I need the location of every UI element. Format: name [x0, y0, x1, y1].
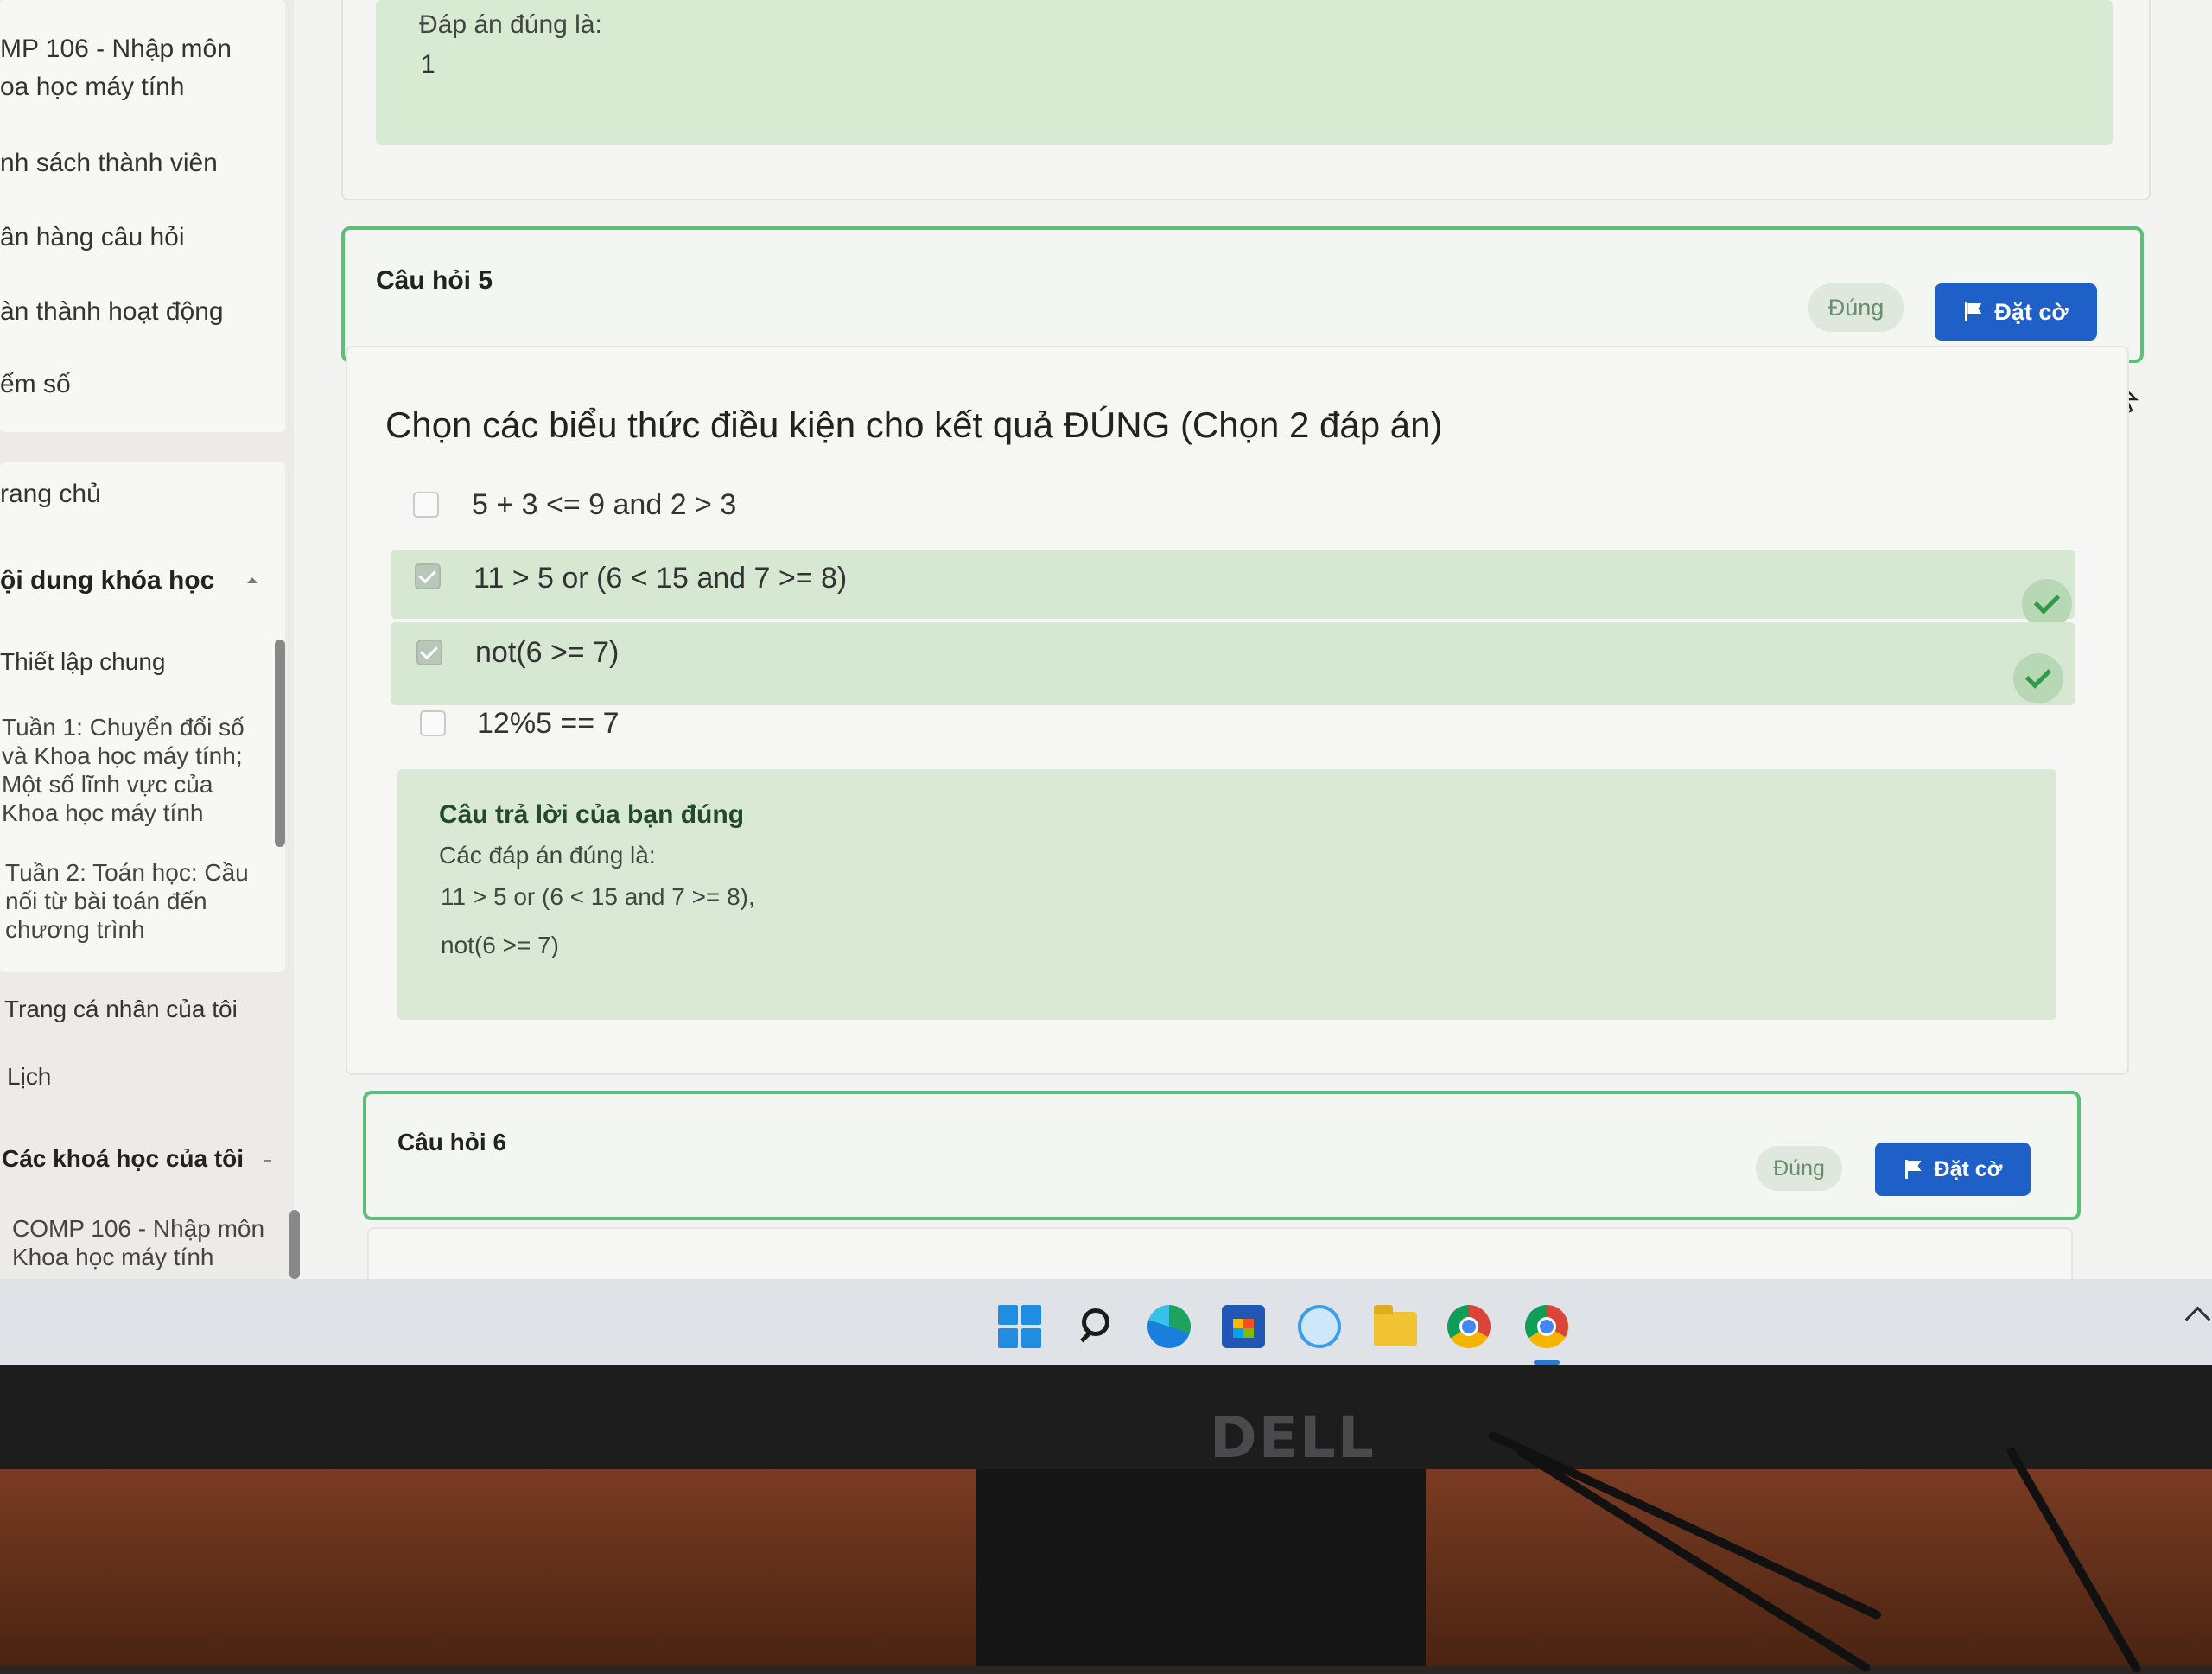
question5-title: Câu hỏi 5: [376, 266, 493, 295]
course-title-line2[interactable]: oa học máy tính: [0, 73, 184, 102]
option-checkbox-checked[interactable]: [416, 640, 442, 665]
flag-button-label: Đặt cờ: [1934, 1156, 2003, 1181]
answer-option-2[interactable]: 11 > 5 or (6 < 15 and 7 >= 8): [391, 550, 2075, 629]
question6-header: Câu hỏi 6 Đúng Đặt cờ: [363, 1091, 2081, 1220]
sidebar-item-week1[interactable]: Tuần 1: Chuyển đổi số và Khoa học máy tí…: [2, 713, 261, 827]
sidebar-item-general[interactable]: Thiết lập chung: [0, 648, 165, 676]
sidebar-item-comp106[interactable]: COMP 106 - Nhập môn Khoa học máy tính: [12, 1214, 271, 1271]
option-checkbox[interactable]: [413, 492, 439, 518]
course-title-line1[interactable]: MP 106 - Nhập môn: [0, 35, 232, 64]
chrome-profile-icon[interactable]: [1525, 1305, 1568, 1348]
question5-flag-button[interactable]: Đặt cờ: [1935, 283, 2097, 341]
question6-status-badge: Đúng: [1756, 1146, 1842, 1191]
question6-title: Câu hỏi 6: [397, 1129, 507, 1155]
option-text: not(6 >= 7): [475, 636, 620, 669]
monitor-stand: [976, 1469, 1426, 1666]
comp106-line: Khoa học máy tính: [12, 1244, 214, 1270]
file-explorer-icon[interactable]: [1374, 1305, 1417, 1346]
question5-status-badge: Đúng: [1808, 283, 1904, 332]
sidebar-item-course-content[interactable]: ội dung khóa học: [0, 566, 214, 595]
feedback-answers-label: Các đáp án đúng là:: [439, 842, 656, 869]
search-icon[interactable]: [1082, 1308, 1109, 1336]
week2-line: nối từ bài toán đến: [5, 888, 207, 914]
comp106-line: COMP 106 - Nhập môn: [12, 1215, 265, 1242]
correct-check-icon: [2013, 653, 2063, 703]
collapse-caret-icon[interactable]: [247, 577, 257, 583]
taskbar: [0, 1279, 2212, 1365]
sidebar-item-home[interactable]: rang chủ: [0, 480, 101, 509]
flag-button-label: Đặt cờ: [1994, 298, 2069, 325]
sidebar-item-week2[interactable]: Tuần 2: Toán học: Cầu nối từ bài toán đế…: [5, 858, 264, 944]
flag-icon: [1963, 302, 1982, 321]
question5-prompt: Chọn các biểu thức điều kiện cho kết quả…: [385, 404, 1443, 445]
option-text: 5 + 3 <= 9 and 2 > 3: [472, 488, 737, 521]
sidebar-scrollbar[interactable]: [275, 640, 285, 847]
sidebar-scrollbar-lower[interactable]: [289, 1210, 300, 1279]
feedback-answer-1: 11 > 5 or (6 < 15 and 7 >= 8),: [441, 883, 755, 910]
collapse-dash-icon[interactable]: [264, 1160, 271, 1162]
question5-header: Câu hỏi 5 Đúng Đặt cờ: [341, 226, 2144, 363]
flag-icon: [1904, 1160, 1923, 1179]
chrome-icon[interactable]: [1447, 1305, 1491, 1348]
meet-icon[interactable]: [1298, 1305, 1341, 1348]
question6-flag-button[interactable]: Đặt cờ: [1875, 1143, 2031, 1196]
screen: MP 106 - Nhập môn oa học máy tính nh sác…: [0, 0, 2212, 1279]
sidebar: MP 106 - Nhập môn oa học máy tính nh sác…: [0, 0, 300, 1279]
monitor-bezel: [0, 1365, 2212, 1469]
sidebar-item-my-profile[interactable]: Trang cá nhân của tôi: [4, 996, 238, 1023]
option-text: 11 > 5 or (6 < 15 and 7 >= 8): [474, 562, 848, 595]
previous-answer-value: 1: [421, 50, 435, 79]
sidebar-item-completion[interactable]: àn thành hoạt động: [0, 297, 224, 327]
week2-line: Tuần 2: Toán học: Cầu: [5, 859, 249, 886]
previous-answer-label: Đáp án đúng là:: [419, 10, 602, 39]
sidebar-item-participants[interactable]: nh sách thành viên: [0, 149, 218, 178]
week1-line: và Khoa học máy tính;: [2, 742, 243, 769]
dell-logo: DELL: [1210, 1404, 1376, 1471]
sidebar-item-calendar[interactable]: Lịch: [7, 1063, 51, 1091]
active-app-indicator: [1534, 1360, 1560, 1365]
edge-icon[interactable]: [1147, 1305, 1191, 1348]
feedback-title: Câu trả lời của bạn đúng: [439, 800, 745, 829]
windows-start-icon[interactable]: [998, 1305, 1041, 1348]
option-checkbox[interactable]: [420, 710, 446, 736]
sidebar-item-grades[interactable]: ểm số: [0, 370, 71, 399]
tray-overflow-chevron-icon[interactable]: [2184, 1306, 2211, 1333]
course-content-card: rang chủ ội dung khóa học Thiết lập chun…: [0, 462, 285, 972]
previous-answer-box: Đáp án đúng là: 1: [376, 0, 2113, 145]
week1-line: Một số lĩnh vực của: [2, 771, 213, 798]
answer-option-3[interactable]: not(6 >= 7): [391, 622, 2075, 705]
week1-line: Tuần 1: Chuyển đổi số: [2, 714, 245, 741]
sidebar-item-question-bank[interactable]: ân hàng câu hỏi: [0, 223, 185, 252]
week1-line: Khoa học máy tính: [2, 799, 204, 826]
feedback-answer-2: not(6 >= 7): [441, 932, 559, 958]
week2-line: chương trình: [5, 916, 145, 943]
sidebar-item-my-courses[interactable]: Các khoá học của tôi: [2, 1145, 244, 1173]
option-text: 12%5 == 7: [477, 707, 620, 740]
store-icon[interactable]: [1222, 1305, 1265, 1348]
option-checkbox-checked[interactable]: [415, 563, 441, 589]
answer-option-1[interactable]: 5 + 3 <= 9 and 2 > 3: [391, 480, 2075, 540]
question6-body: [367, 1227, 2073, 1279]
course-nav-card: MP 106 - Nhập môn oa học máy tính nh sác…: [0, 0, 285, 432]
feedback-box: Câu trả lời của bạn đúng Các đáp án đúng…: [397, 769, 2056, 1020]
answer-option-4[interactable]: 12%5 == 7: [391, 700, 2075, 761]
